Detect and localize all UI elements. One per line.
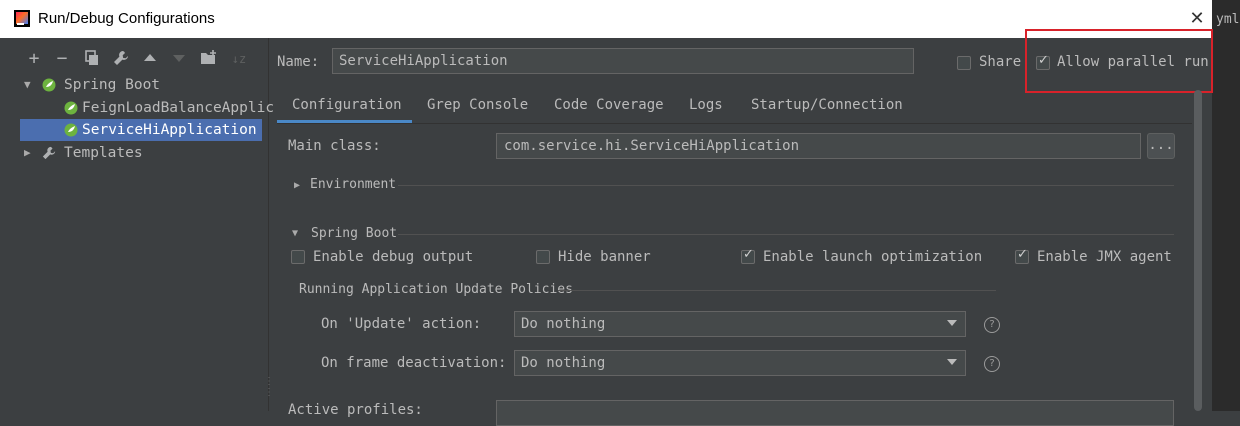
help-icon[interactable]: ? (984, 317, 1000, 333)
policies-group-label: Running Application Update Policies (299, 282, 573, 297)
share-label: Share (979, 54, 1022, 70)
wrench-icon (42, 146, 56, 160)
new-folder-icon[interactable] (200, 50, 218, 68)
enable-debug-output-label: Enable debug output (313, 249, 474, 265)
move-up-icon[interactable] (141, 50, 159, 68)
active-profiles-label: Active profiles: (288, 402, 423, 418)
hide-banner-label: Hide banner (558, 249, 651, 265)
chevron-down-icon (947, 359, 957, 365)
section-divider (398, 185, 1174, 186)
tab-grep-console[interactable]: Grep Console (427, 96, 528, 120)
on-update-label: On 'Update' action: (321, 316, 482, 332)
on-update-select[interactable]: Do nothing (514, 311, 966, 337)
environment-section-label[interactable]: Environment (310, 177, 396, 192)
sort-icon[interactable]: ↓z (230, 50, 248, 68)
tree-node-templates[interactable]: ▶ Templates (20, 142, 262, 164)
tree-label: Templates (64, 145, 143, 161)
tree-label: Spring Boot (64, 77, 161, 93)
spring-boot-icon (42, 78, 56, 92)
enable-launch-optimization-label: Enable launch optimization (763, 249, 983, 265)
on-frame-deactivation-label: On frame deactivation: (321, 355, 507, 371)
name-input[interactable]: ServiceHiApplication (332, 48, 914, 74)
vertical-scrollbar[interactable] (1194, 90, 1202, 411)
wrench-icon[interactable] (112, 50, 130, 68)
background-editor-tab: yml (1216, 12, 1240, 27)
collapse-spring-boot-icon[interactable]: ▼ (292, 228, 298, 239)
tab-logs[interactable]: Logs (689, 96, 723, 120)
window-title: Run/Debug Configurations (38, 10, 215, 27)
enable-jmx-agent-label: Enable JMX agent (1037, 249, 1172, 265)
spring-boot-app-icon (64, 123, 78, 137)
section-divider (398, 234, 1174, 235)
main-class-input[interactable]: com.service.hi.ServiceHiApplication (496, 133, 1141, 159)
tab-startup-connection[interactable]: Startup/Connection (751, 96, 903, 120)
expand-arrow-icon[interactable]: ▼ (24, 74, 31, 96)
main-class-label: Main class: (288, 138, 381, 154)
tree-label: ServiceHiApplication (82, 122, 257, 138)
enable-debug-output-checkbox[interactable] (291, 250, 305, 264)
enable-jmx-agent-checkbox[interactable] (1015, 247, 1029, 264)
background-editor-strip-lower (1212, 38, 1240, 411)
tree-node-spring-boot[interactable]: ▼ Spring Boot (20, 74, 262, 96)
group-divider (558, 290, 996, 291)
spring-boot-app-icon (64, 101, 78, 115)
tree-item-service-hi-application[interactable]: ServiceHiApplication (20, 119, 262, 141)
hide-banner-checkbox[interactable] (536, 250, 550, 264)
expand-environment-icon[interactable]: ▶ (294, 180, 300, 191)
active-profiles-input[interactable] (496, 400, 1174, 426)
on-update-value: Do nothing (521, 316, 606, 332)
remove-icon[interactable]: − (53, 50, 71, 68)
help-icon[interactable]: ? (984, 356, 1000, 372)
move-down-icon[interactable] (170, 50, 188, 68)
tree-item-feign-load-balance[interactable]: FeignLoadBalanceApplic (20, 97, 274, 119)
on-frame-deactivation-value: Do nothing (521, 355, 606, 371)
tabs-divider (277, 123, 1192, 124)
tab-configuration[interactable]: Configuration (292, 96, 402, 120)
browse-button[interactable]: ... (1147, 133, 1175, 159)
highlight-box (1025, 29, 1213, 93)
add-icon[interactable]: + (25, 50, 43, 68)
name-label: Name: (277, 54, 320, 70)
tab-code-coverage[interactable]: Code Coverage (554, 96, 664, 120)
intellij-app-icon (14, 10, 30, 27)
chevron-down-icon (947, 320, 957, 326)
share-checkbox[interactable] (957, 56, 971, 70)
splitter-grip-icon[interactable]: ⋮ ⋮ (264, 376, 274, 398)
enable-launch-optimization-checkbox[interactable] (741, 247, 755, 264)
on-frame-deactivation-select[interactable]: Do nothing (514, 350, 966, 376)
copy-icon[interactable] (83, 50, 101, 68)
tree-label: FeignLoadBalanceApplic (82, 100, 275, 116)
spring-boot-section-label[interactable]: Spring Boot (311, 226, 397, 241)
collapse-arrow-icon[interactable]: ▶ (24, 142, 31, 164)
